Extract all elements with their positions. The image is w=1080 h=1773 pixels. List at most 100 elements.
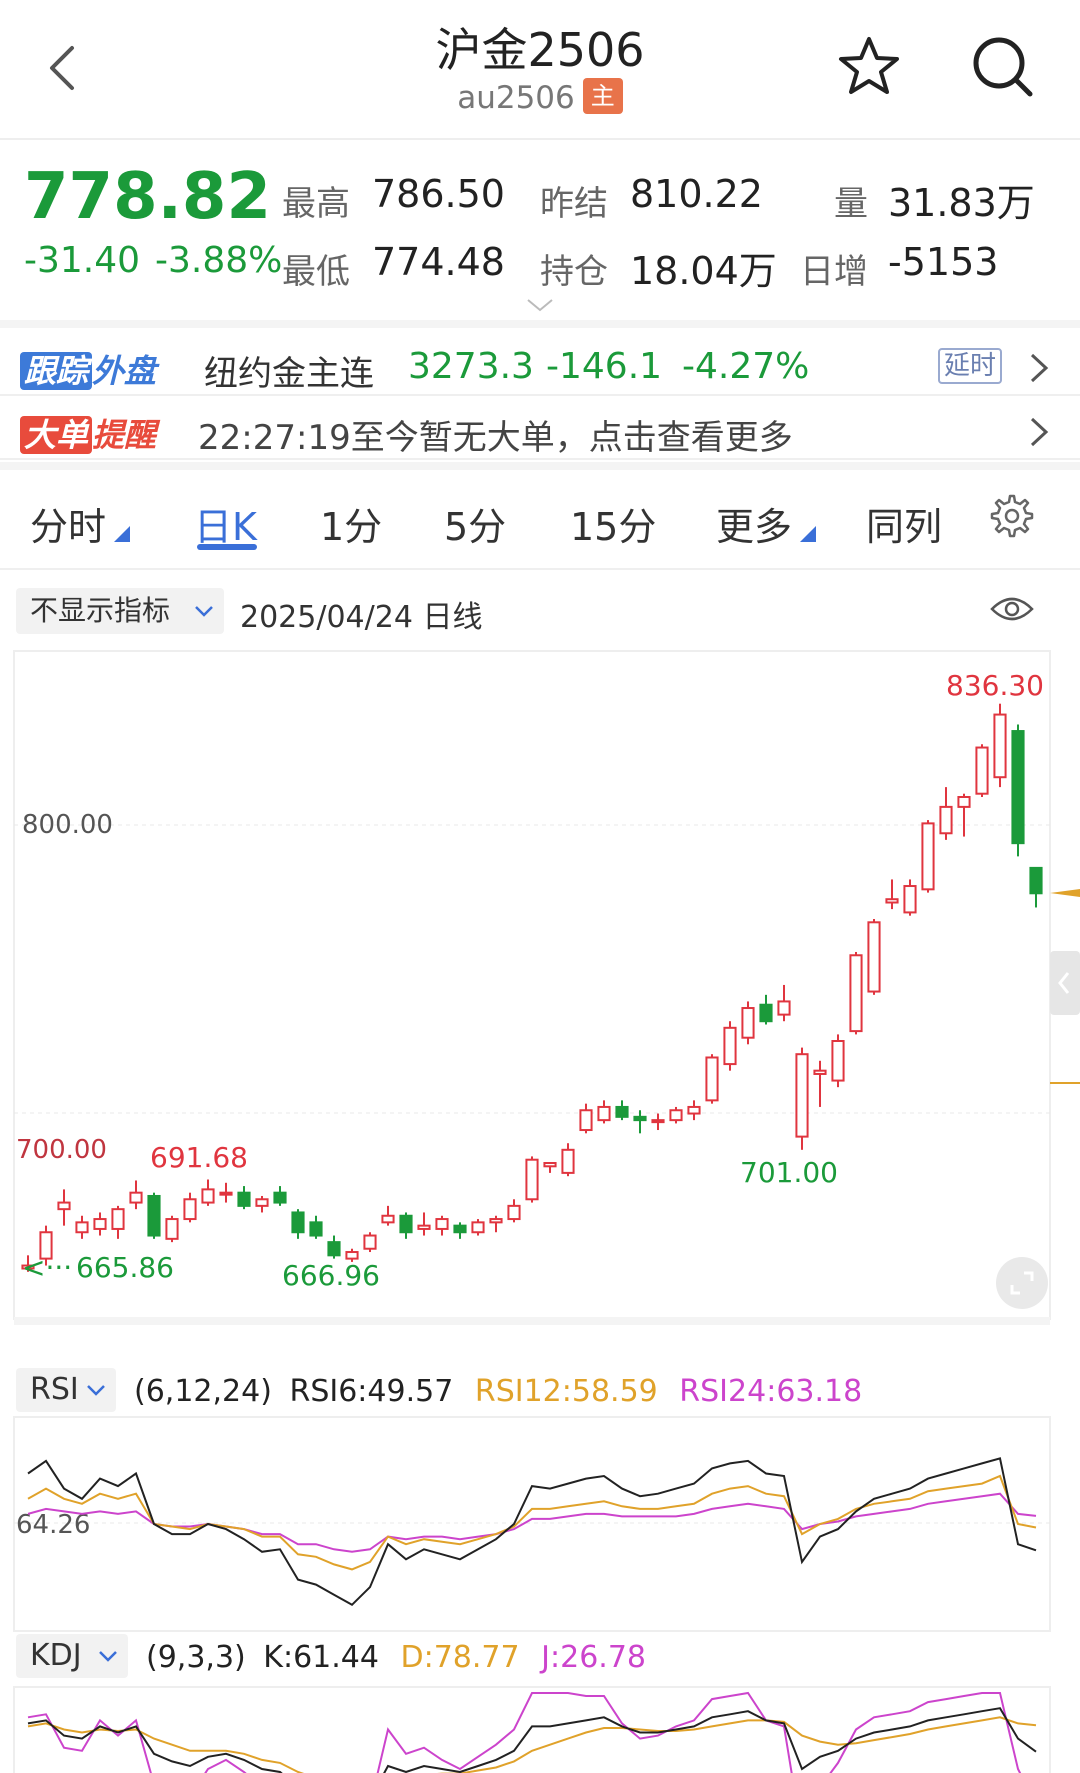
x-tick-label: 03/12 bbox=[426, 1324, 501, 1325]
candle-up bbox=[435, 1218, 449, 1230]
annotation-mid-high: 691.68 bbox=[150, 1141, 248, 1174]
candle-up bbox=[831, 1040, 845, 1082]
low-value: 774.48 bbox=[372, 240, 505, 284]
high-label: 最高 bbox=[282, 184, 350, 224]
x-tick-label: 03/26 bbox=[616, 1324, 691, 1325]
kdj-values: (9,3,3) K:61.44 D:78.77 J:26.78 bbox=[146, 1640, 646, 1675]
candle-up bbox=[741, 1007, 755, 1039]
external-market-row[interactable]: 跟踪 外盘 纽约金主连 3273.3 -146.1 -4.27% 延时 bbox=[0, 334, 1080, 396]
candle-up bbox=[129, 1191, 143, 1204]
candle-up bbox=[705, 1056, 719, 1102]
candle-up bbox=[507, 1204, 521, 1221]
candle-down bbox=[615, 1105, 629, 1118]
contract-code-row: au2506 主 bbox=[0, 78, 1080, 116]
high-value: 786.50 bbox=[372, 172, 505, 216]
indicator-select[interactable]: 不显示指标 bbox=[16, 588, 224, 634]
tab-daily-k[interactable]: 日K bbox=[194, 496, 257, 551]
volume-label: 量 bbox=[834, 184, 868, 224]
candle-down bbox=[327, 1241, 341, 1257]
period-tabs: 分时 日K 1分 5分 15分 更多 同列 bbox=[0, 470, 1080, 570]
kdj-k-line bbox=[27, 1707, 1037, 1773]
x-tick-label: 02/12 bbox=[47, 1324, 122, 1325]
candle-up bbox=[561, 1148, 575, 1174]
x-tick-label: 02/26 bbox=[236, 1324, 311, 1325]
candle-up bbox=[57, 1201, 71, 1211]
track-tag: 跟踪 外盘 bbox=[20, 346, 156, 392]
last-price: 778.82 bbox=[24, 160, 271, 234]
expand-chevron-icon[interactable] bbox=[525, 296, 555, 314]
candle-up bbox=[471, 1221, 485, 1234]
kdj-select[interactable]: KDJ bbox=[16, 1634, 128, 1678]
kdj-header: KDJ (9,3,3) K:61.44 D:78.77 J:26.78 bbox=[16, 1634, 1076, 1680]
favorite-star-icon[interactable] bbox=[836, 34, 902, 100]
y-grid-label: 800.00 bbox=[22, 810, 113, 840]
candle-up bbox=[903, 885, 917, 914]
eye-icon[interactable] bbox=[990, 595, 1034, 623]
open-interest-value: 18.04万 bbox=[630, 249, 777, 293]
candle-up bbox=[921, 822, 935, 891]
candle-down bbox=[291, 1211, 305, 1234]
chevron-down-icon bbox=[87, 1385, 105, 1396]
candle-up bbox=[201, 1188, 215, 1204]
contract-code: au2506 bbox=[457, 80, 575, 116]
candle-up bbox=[255, 1198, 269, 1207]
candle-up bbox=[813, 1069, 827, 1075]
candle-down bbox=[453, 1224, 467, 1234]
prev-settle-label: 昨结 bbox=[540, 184, 608, 224]
candle-up bbox=[723, 1026, 737, 1066]
candle-up bbox=[219, 1191, 233, 1196]
kdj-j-line bbox=[27, 1691, 1022, 1773]
x-tick-label: 04/24 bbox=[975, 1324, 1050, 1325]
candle-up bbox=[183, 1198, 197, 1221]
candle-down bbox=[1029, 866, 1043, 895]
x-axis-band bbox=[14, 1317, 1050, 1325]
y-grid-label: 700.00 bbox=[16, 1135, 107, 1165]
candle-up bbox=[795, 1053, 809, 1138]
dropdown-triangle-icon bbox=[114, 526, 130, 542]
tab-compare[interactable]: 同列 bbox=[866, 496, 942, 551]
daily-increase-label: 日增 bbox=[800, 252, 868, 292]
settings-gear-icon[interactable] bbox=[986, 492, 1034, 540]
candle-down bbox=[399, 1214, 413, 1234]
rsi-select[interactable]: RSI bbox=[16, 1368, 116, 1412]
annotation-high: 836.30 bbox=[946, 669, 1044, 702]
search-icon[interactable] bbox=[970, 34, 1036, 100]
divider bbox=[0, 462, 1080, 470]
candle-up bbox=[525, 1158, 539, 1201]
divider bbox=[0, 320, 1080, 328]
tab-timeshare[interactable]: 分时 bbox=[30, 496, 106, 551]
open-interest-label: 持仓 bbox=[540, 252, 608, 292]
tab-1min[interactable]: 1分 bbox=[320, 496, 382, 551]
chevron-down-icon bbox=[195, 606, 213, 617]
rsi-chart: 64.26 bbox=[13, 1416, 1051, 1632]
tab-more[interactable]: 更多 bbox=[716, 496, 792, 551]
candle-up bbox=[687, 1105, 701, 1115]
annotation-low-arrow: <··· bbox=[22, 1251, 72, 1284]
candle-up bbox=[885, 898, 899, 904]
candle-down bbox=[633, 1115, 647, 1122]
tab-5min[interactable]: 5分 bbox=[444, 496, 506, 551]
big-order-alert-row[interactable]: 大单 提醒 22:27:19至今暂无大单，点击查看更多 bbox=[0, 398, 1080, 460]
candle-down bbox=[309, 1221, 323, 1237]
candle-up bbox=[849, 954, 863, 1033]
active-tab-indicator bbox=[197, 544, 257, 550]
candle-up bbox=[975, 746, 989, 795]
candle-up bbox=[93, 1218, 107, 1230]
rsi6-line bbox=[27, 1457, 1037, 1607]
candle-down bbox=[273, 1191, 287, 1204]
rsi12-line bbox=[27, 1474, 1037, 1571]
main-contract-badge: 主 bbox=[582, 78, 623, 114]
candle-up bbox=[381, 1214, 395, 1224]
kline-chart[interactable]: 800.00 700.00 836.30 691.68 <··· 665.86 … bbox=[0, 645, 1080, 1325]
candle-up bbox=[777, 1000, 791, 1016]
tab-15min[interactable]: 15分 bbox=[570, 496, 656, 551]
fullscreen-button[interactable] bbox=[996, 1257, 1048, 1309]
candle-up bbox=[579, 1109, 593, 1132]
side-panel-handle[interactable] bbox=[1050, 951, 1080, 1015]
rsi-frame bbox=[13, 1416, 1051, 1632]
candle-up bbox=[669, 1109, 683, 1122]
chevron-right-icon bbox=[1030, 417, 1049, 447]
external-price: 3273.3 bbox=[408, 346, 534, 387]
candle-up bbox=[993, 713, 1007, 779]
candle-down bbox=[147, 1194, 161, 1237]
